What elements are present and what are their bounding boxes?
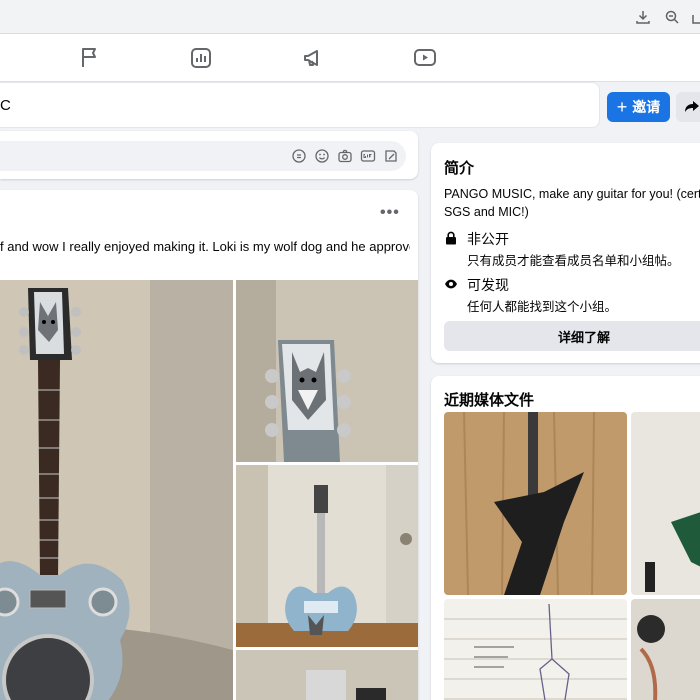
share-arrow-icon bbox=[685, 101, 699, 112]
post-composer bbox=[0, 131, 418, 179]
media-thumb-4[interactable] bbox=[631, 599, 700, 700]
media-thumb-1[interactable] bbox=[444, 412, 627, 595]
media-thumb-3[interactable] bbox=[444, 599, 627, 700]
invite-button[interactable]: + 邀请 bbox=[607, 92, 670, 122]
loki-guitar-photo-image bbox=[236, 465, 418, 647]
flag-icon[interactable] bbox=[78, 46, 102, 70]
eye-icon bbox=[445, 279, 457, 289]
video-icon[interactable] bbox=[413, 46, 437, 70]
guitar-detail-photo-image bbox=[236, 650, 418, 700]
draft-icon[interactable] bbox=[383, 148, 399, 164]
browser-toolbar bbox=[0, 0, 700, 34]
post-text: f and wow I really enjoyed making it. Lo… bbox=[0, 239, 410, 254]
headstock-photo-image bbox=[236, 280, 418, 462]
chart-icon[interactable] bbox=[189, 46, 213, 70]
about-description-line1: PANGO MUSIC, make any guitar for you! (c… bbox=[444, 187, 700, 201]
post-photo-main[interactable] bbox=[0, 280, 233, 700]
group-name[interactable]: C bbox=[0, 97, 11, 114]
green-guitar-photo-image bbox=[631, 412, 700, 595]
sticker-icon[interactable] bbox=[291, 148, 307, 164]
about-description: PANGO MUSIC, make any guitar for you! (c… bbox=[444, 185, 700, 221]
composer-input[interactable] bbox=[0, 141, 406, 171]
gif-icon[interactable] bbox=[360, 148, 376, 164]
emoji-icon[interactable] bbox=[314, 148, 330, 164]
visibility-title: 可发现 bbox=[467, 277, 509, 293]
recent-media-title: 近期媒体文件 bbox=[444, 392, 535, 409]
post-photo-2[interactable] bbox=[236, 280, 418, 462]
invite-label: 邀请 bbox=[632, 99, 661, 115]
privacy-description: 只有成员才能查看成员名单和小组帖。 bbox=[467, 254, 680, 268]
about-description-line2: SGS and MIC!) bbox=[444, 205, 529, 219]
about-title: 简介 bbox=[444, 160, 475, 177]
share-icon[interactable] bbox=[690, 9, 700, 25]
camera-icon[interactable] bbox=[337, 148, 353, 164]
post-photo-4[interactable] bbox=[236, 650, 418, 700]
plus-icon: + bbox=[616, 97, 628, 117]
pickup-photo-image bbox=[631, 599, 700, 700]
zoom-out-icon[interactable] bbox=[664, 9, 680, 25]
black-guitar-photo-image bbox=[444, 412, 627, 595]
guitar-photo-image bbox=[0, 280, 233, 700]
visibility-description: 任何人都能找到这个小组。 bbox=[467, 300, 618, 314]
download-icon[interactable] bbox=[635, 9, 651, 25]
post-more-options[interactable]: ••• bbox=[380, 204, 400, 222]
sketch-photo-image bbox=[444, 599, 627, 700]
recent-media-card: 近期媒体文件 bbox=[431, 376, 700, 700]
post-photo-3[interactable] bbox=[236, 465, 418, 647]
media-thumb-2[interactable] bbox=[631, 412, 700, 595]
about-card: 简介 PANGO MUSIC, make any guitar for you!… bbox=[431, 143, 700, 363]
group-post: ••• f and wow I really enjoyed making it… bbox=[0, 190, 418, 700]
privacy-title: 非公开 bbox=[467, 231, 509, 247]
megaphone-icon[interactable] bbox=[301, 46, 325, 70]
learn-more-button[interactable]: 详细了解 bbox=[444, 321, 700, 351]
lock-icon bbox=[446, 231, 456, 245]
group-header: C + 邀请 bbox=[0, 82, 700, 130]
top-navigation bbox=[0, 34, 700, 82]
group-name-bar: C bbox=[0, 82, 600, 128]
share-button[interactable] bbox=[676, 92, 700, 122]
